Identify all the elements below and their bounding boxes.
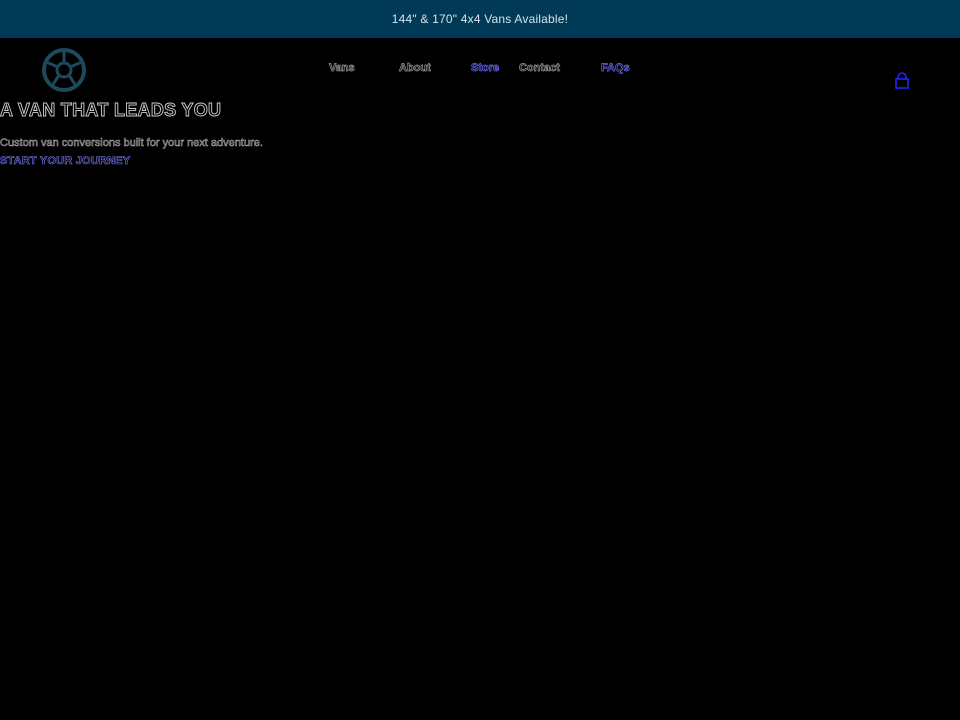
shopping-bag-icon: [895, 72, 909, 89]
announcement-bar: 144" & 170" 4x4 Vans Available!: [0, 0, 960, 38]
cart-button[interactable]: [893, 72, 911, 90]
nav-contact[interactable]: Contact: [519, 62, 561, 75]
nav-about[interactable]: About: [399, 62, 431, 75]
hero-title: A VAN THAT LEADS YOU: [0, 100, 222, 121]
steering-wheel-logo-icon: [42, 48, 86, 92]
nav-vans[interactable]: Vans: [329, 62, 355, 75]
start-journey-link[interactable]: START YOUR JOURNEY: [0, 155, 130, 168]
nav-store[interactable]: Store: [471, 62, 500, 75]
announcement-text: 144" & 170" 4x4 Vans Available!: [391, 12, 569, 26]
hero-subtitle: Custom van conversions built for your ne…: [0, 137, 263, 150]
site-logo[interactable]: [38, 48, 90, 92]
nav-faqs[interactable]: FAQs: [601, 62, 630, 75]
